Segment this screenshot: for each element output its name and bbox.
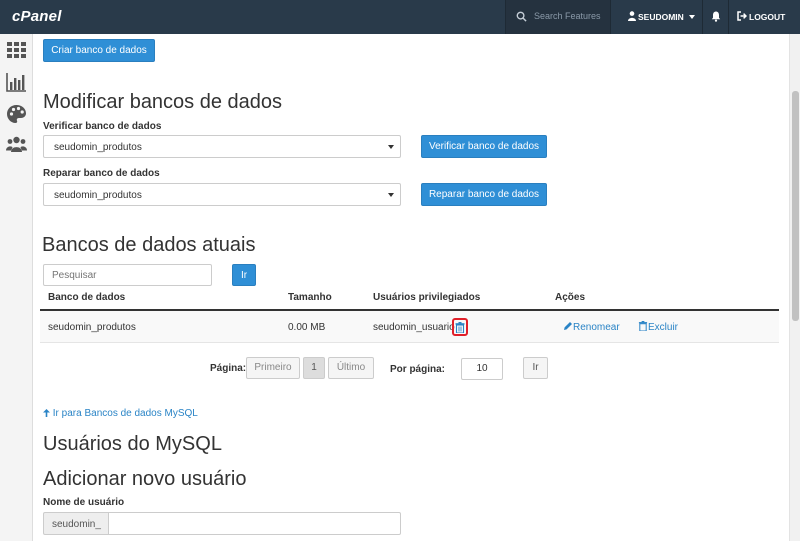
column-header-size: Tamanho	[288, 292, 332, 303]
page-scrollbar[interactable]	[789, 34, 800, 541]
per-page-label: Por página:	[390, 364, 446, 375]
search-features[interactable]: Search Features	[505, 0, 610, 34]
rename-database-link[interactable]: Renomear	[563, 321, 620, 333]
left-sidebar	[0, 34, 33, 541]
check-database-button[interactable]: Verificar banco de dados	[421, 135, 547, 158]
current-page-button[interactable]: 1	[303, 357, 325, 379]
mysql-users-title: Usuários do MySQL	[43, 433, 222, 455]
user-menu[interactable]: SEUDOMIN	[610, 0, 702, 34]
username-prefix: seudomin_	[43, 512, 109, 535]
privileged-user-link[interactable]: seudomin_usuario	[373, 322, 455, 333]
column-header-database: Banco de dados	[48, 292, 126, 303]
username: SEUDOMIN	[638, 12, 684, 22]
cpanel-logo[interactable]: cPanel	[12, 8, 62, 25]
bell-icon	[711, 11, 721, 22]
repair-database-select[interactable]: seudomin_produtos	[43, 183, 401, 206]
database-size-cell: 0.00 MB	[288, 322, 326, 333]
add-new-user-title: Adicionar novo usuário	[43, 468, 247, 490]
check-database-label: Verificar banco de dados	[43, 121, 162, 132]
scrollbar-thumb[interactable]	[792, 91, 799, 321]
per-page-input[interactable]: 10	[461, 358, 503, 380]
username-input[interactable]	[108, 512, 401, 535]
top-navbar: cPanel Search Features SEUDOMIN LOGOUT	[0, 0, 800, 34]
page-label: Página:	[210, 363, 247, 374]
notifications-button[interactable]	[702, 0, 728, 34]
repair-database-selected: seudomin_produtos	[54, 190, 142, 201]
database-search-input[interactable]	[43, 264, 212, 286]
trash-icon	[455, 321, 465, 333]
grid-icon[interactable]	[6, 40, 27, 60]
username-label: Nome de usuário	[43, 497, 125, 508]
pencil-icon	[564, 322, 572, 330]
logout-label: LOGOUT	[749, 12, 786, 22]
logout-button[interactable]: LOGOUT	[728, 0, 792, 34]
search-features-placeholder: Search Features	[534, 11, 601, 21]
chevron-down-icon	[388, 193, 394, 197]
repair-database-label: Reparar banco de dados	[43, 168, 160, 179]
repair-database-button[interactable]: Reparar banco de dados	[421, 183, 547, 206]
first-page-button[interactable]: Primeiro	[246, 357, 300, 379]
database-search-button[interactable]: Ir	[232, 264, 256, 286]
per-page-go-button[interactable]: Ir	[523, 357, 548, 379]
check-database-select[interactable]: seudomin_produtos	[43, 135, 401, 158]
create-database-button[interactable]: Criar banco de dados	[43, 39, 155, 62]
users-icon[interactable]	[6, 135, 27, 155]
back-to-mysql-link[interactable]: Ir para Bancos de dados MySQL	[43, 408, 198, 419]
last-page-button[interactable]: Último	[328, 357, 374, 379]
database-name-cell: seudomin_produtos	[48, 322, 136, 333]
bar-chart-icon[interactable]	[6, 72, 27, 92]
search-icon	[516, 11, 527, 22]
user-icon	[628, 11, 636, 21]
column-header-actions: Ações	[555, 292, 586, 303]
delete-database-link[interactable]: Excluir	[638, 321, 678, 333]
logout-icon	[737, 11, 747, 21]
chevron-down-icon	[388, 145, 394, 149]
remove-user-button[interactable]	[452, 318, 468, 336]
current-databases-title: Bancos de dados atuais	[42, 234, 256, 256]
trash-icon	[638, 321, 648, 332]
back-link-label: Ir para Bancos de dados MySQL	[52, 408, 198, 419]
arrow-up-icon	[43, 409, 50, 417]
palette-icon[interactable]	[6, 104, 27, 124]
modify-databases-title: Modificar bancos de dados	[43, 91, 283, 113]
chevron-down-icon	[689, 15, 695, 19]
rename-label: Renomear	[573, 322, 620, 333]
check-database-selected: seudomin_produtos	[54, 142, 142, 153]
username-prefix-text: seudomin_	[52, 519, 101, 530]
column-header-privileged-users: Usuários privilegiados	[373, 292, 481, 303]
delete-label: Excluir	[648, 322, 679, 333]
